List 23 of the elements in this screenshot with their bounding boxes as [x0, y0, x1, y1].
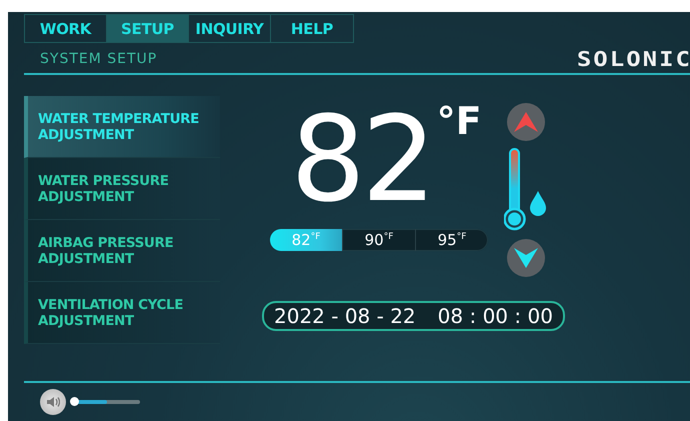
temperature-unit: °F [436, 99, 482, 143]
speaker-icon [46, 396, 60, 408]
page-subtitle: SYSTEM SETUP [40, 51, 158, 67]
down-arrow-icon [514, 248, 538, 268]
speaker-button[interactable] [40, 389, 66, 415]
slider-thumb[interactable] [70, 397, 79, 406]
menu-item[interactable]: VENTILATION CYCLE ADJUSTMENT [24, 282, 220, 344]
up-arrow-icon [514, 112, 538, 132]
preset-option[interactable]: 95$^{°F}$ [416, 229, 488, 251]
time-text: 08 : 00 : 00 [438, 304, 553, 328]
thermometer-water-icon [504, 147, 548, 233]
decrease-button[interactable] [507, 239, 545, 277]
increase-button[interactable] [507, 103, 545, 141]
menu-item[interactable]: WATER PRESSURE ADJUSTMENT [24, 158, 220, 220]
menu-item[interactable]: AIRBAG PRESSURE ADJUSTMENT [24, 220, 220, 282]
brand-logo: SOLONIC [576, 47, 690, 71]
preset-option[interactable]: 90$^{°F}$ [343, 229, 416, 251]
nav-tab[interactable]: INQUIRY [189, 15, 271, 42]
menu-item[interactable]: WATER TEMPERATURE ADJUSTMENT [24, 96, 220, 158]
nav-tab[interactable]: HELP [271, 15, 353, 42]
nav-tab[interactable]: SETUP [107, 15, 189, 42]
date-text: 2022 - 08 - 22 [274, 304, 416, 328]
temperature-value: 82 [290, 103, 433, 215]
